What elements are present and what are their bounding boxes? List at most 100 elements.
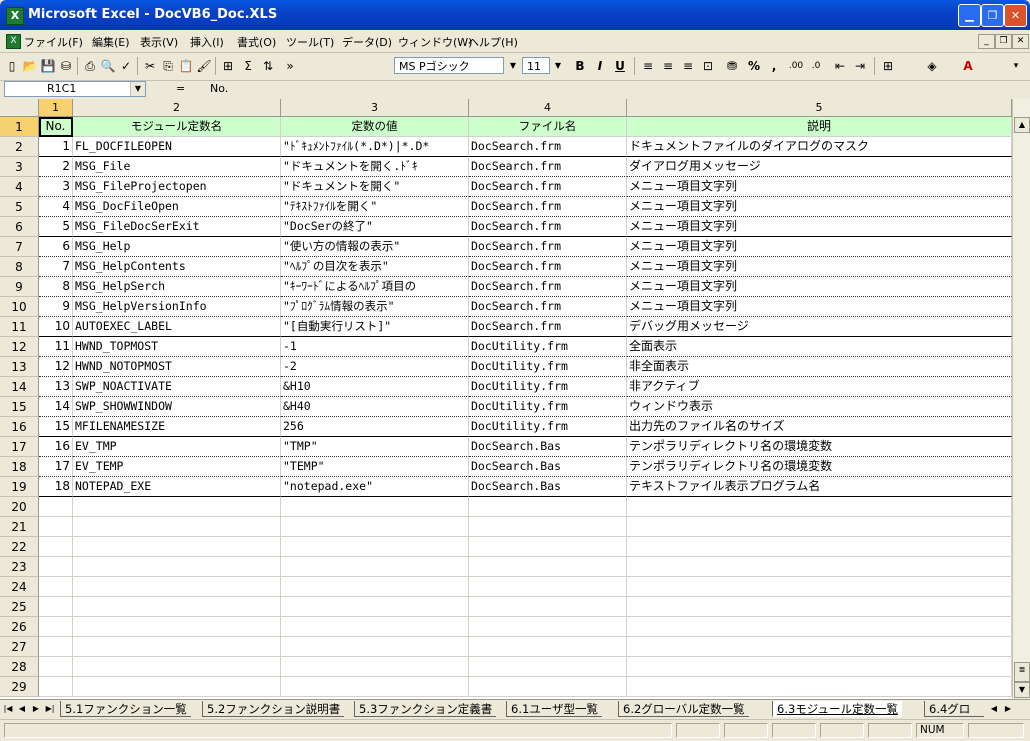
format-painter-icon[interactable]: 🖌 [196,58,212,74]
col-file-name-cell[interactable]: DocUtility.frm [469,337,627,357]
document-icon[interactable]: X [6,34,21,49]
col-constant-value-cell[interactable]: "TMP" [281,437,469,457]
close-button[interactable]: ✕ [1004,4,1027,27]
menu-tools[interactable]: ツール(T) [286,34,334,50]
increase-indent-icon[interactable]: ⇥ [852,58,868,74]
col-description-cell[interactable] [627,637,1012,657]
sheet-tab-6-1[interactable]: 6.1ユーザ型一覧 [506,701,603,717]
spelling-icon[interactable]: ✓ [118,58,134,74]
row-header[interactable]: 18 [0,457,39,477]
col-file-name-cell[interactable] [469,517,627,537]
menu-file[interactable]: ファイル(F) [24,34,83,50]
col-file-name-cell[interactable] [469,637,627,657]
col-constant-name-cell[interactable]: MSG_FileProjectopen [73,177,281,197]
col-constant-value-cell[interactable] [281,497,469,517]
vertical-scrollbar[interactable]: ▲ ≣ ▼ [1012,99,1030,699]
sheet-tab-5-2[interactable]: 5.2ファンクション説明書 [202,701,345,717]
col-file-name-cell[interactable] [469,597,627,617]
last-sheet-icon[interactable]: ▶| [44,702,56,716]
column-header-5[interactable]: 5 [627,99,1012,117]
col-no-cell[interactable] [39,537,73,557]
col-constant-value-cell[interactable]: &H10 [281,377,469,397]
col-file-name-cell[interactable] [469,497,627,517]
col-no-cell[interactable] [39,657,73,677]
col-file-name-cell[interactable] [469,677,627,697]
col-constant-value-cell[interactable]: "ｷｰﾜｰﾄﾞによるﾍﾙﾌﾟ項目の [281,277,469,297]
col-constant-name-cell[interactable]: EV_TMP [73,437,281,457]
col-no-cell[interactable] [39,557,73,577]
col-constant-name-cell[interactable] [73,517,281,537]
col-constant-value-cell[interactable]: "ﾄﾞｷｭﾒﾝﾄﾌｧｲﾙ(*.D*)|*.D* [281,137,469,157]
comma-icon[interactable]: , [766,58,782,74]
next-sheet-icon[interactable]: ▶ [30,702,42,716]
col-file-name-cell[interactable]: DocSearch.frm [469,257,627,277]
col-constant-value-cell[interactable]: "ドキュメントを開く.ﾄﾞｷ [281,157,469,177]
row-header[interactable]: 23 [0,557,39,577]
col-no-cell[interactable]: 12 [39,357,73,377]
col-constant-name-cell[interactable]: MSG_DocFileOpen [73,197,281,217]
col-constant-value-cell[interactable]: 定数の値 [281,117,469,137]
font-size-dropdown-icon[interactable]: ▼ [550,58,566,74]
row-header[interactable]: 21 [0,517,39,537]
col-constant-name-cell[interactable] [73,637,281,657]
col-description-cell[interactable] [627,537,1012,557]
row-header[interactable]: 28 [0,657,39,677]
underline-icon[interactable]: U [612,58,628,74]
row-header[interactable]: 1 [0,117,39,137]
col-constant-value-cell[interactable]: -1 [281,337,469,357]
col-description-cell[interactable] [627,677,1012,697]
col-constant-value-cell[interactable] [281,657,469,677]
col-constant-name-cell[interactable]: HWND_TOPMOST [73,337,281,357]
col-file-name-cell[interactable]: DocSearch.frm [469,157,627,177]
col-no-cell[interactable]: 2 [39,157,73,177]
col-no-cell[interactable]: 18 [39,477,73,497]
col-constant-value-cell[interactable] [281,617,469,637]
col-file-name-cell[interactable]: DocSearch.frm [469,317,627,337]
row-header[interactable]: 20 [0,497,39,517]
col-constant-value-cell[interactable] [281,597,469,617]
col-constant-name-cell[interactable]: AUTOEXEC_LABEL [73,317,281,337]
col-no-cell[interactable] [39,497,73,517]
font-name-select[interactable]: MS Pゴシック [394,57,504,74]
col-constant-name-cell[interactable] [73,617,281,637]
sheet-tab-5-1[interactable]: 5.1ファンクション一覧 [60,701,191,717]
autosum-icon[interactable]: Σ [240,58,256,74]
col-constant-value-cell[interactable]: "DocSerの終了" [281,217,469,237]
col-no-cell[interactable]: No. [39,117,73,137]
doc-close-button[interactable]: ✕ [1012,34,1029,49]
row-header[interactable]: 12 [0,337,39,357]
worksheet-grid[interactable]: 1 2 3 4 5 1 No. モジュール定数名 定数の値 ファイル名 説明 2 1 FL_DO… [0,99,1030,699]
col-file-name-cell[interactable]: DocSearch.frm [469,217,627,237]
sheet-tab-6-4[interactable]: 6.4グロ [924,701,984,717]
fill-color-icon[interactable]: ◈ [924,58,940,74]
col-no-cell[interactable] [39,617,73,637]
col-constant-value-cell[interactable]: "ﾍﾙﾌﾟの目次を表示" [281,257,469,277]
col-description-cell[interactable] [627,517,1012,537]
column-header-4[interactable]: 4 [469,99,627,117]
col-constant-name-cell[interactable] [73,577,281,597]
row-header[interactable]: 14 [0,377,39,397]
row-header[interactable]: 22 [0,537,39,557]
col-description-cell[interactable]: 非アクティブ [627,377,1012,397]
col-constant-value-cell[interactable]: "使い方の情報の表示" [281,237,469,257]
col-constant-name-cell[interactable] [73,677,281,697]
borders-icon[interactable]: ⊞ [880,58,896,74]
menu-help[interactable]: ヘルプ(H) [468,34,518,50]
col-constant-value-cell[interactable]: "TEMP" [281,457,469,477]
col-file-name-cell[interactable]: ファイル名 [469,117,627,137]
sheet-tab-6-2[interactable]: 6.2グローバル定数一覧 [618,701,749,717]
col-constant-name-cell[interactable] [73,657,281,677]
scroll-up-icon[interactable]: ▲ [1014,117,1030,133]
font-size-select[interactable]: 11 [522,57,550,74]
col-file-name-cell[interactable] [469,577,627,597]
col-file-name-cell[interactable]: DocSearch.frm [469,237,627,257]
scroll-down-icon[interactable]: ▼ [1014,682,1030,698]
col-no-cell[interactable]: 3 [39,177,73,197]
col-constant-value-cell[interactable]: "ドキュメントを開く" [281,177,469,197]
col-description-cell[interactable]: メニュー項目文字列 [627,297,1012,317]
col-description-cell[interactable]: テンポラリディレクトリ名の環境変数 [627,457,1012,477]
col-constant-value-cell[interactable]: -2 [281,357,469,377]
col-no-cell[interactable]: 5 [39,217,73,237]
split-box-icon[interactable]: ≣ [1014,662,1030,682]
toolbar-overflow-icon[interactable]: » [282,58,298,74]
